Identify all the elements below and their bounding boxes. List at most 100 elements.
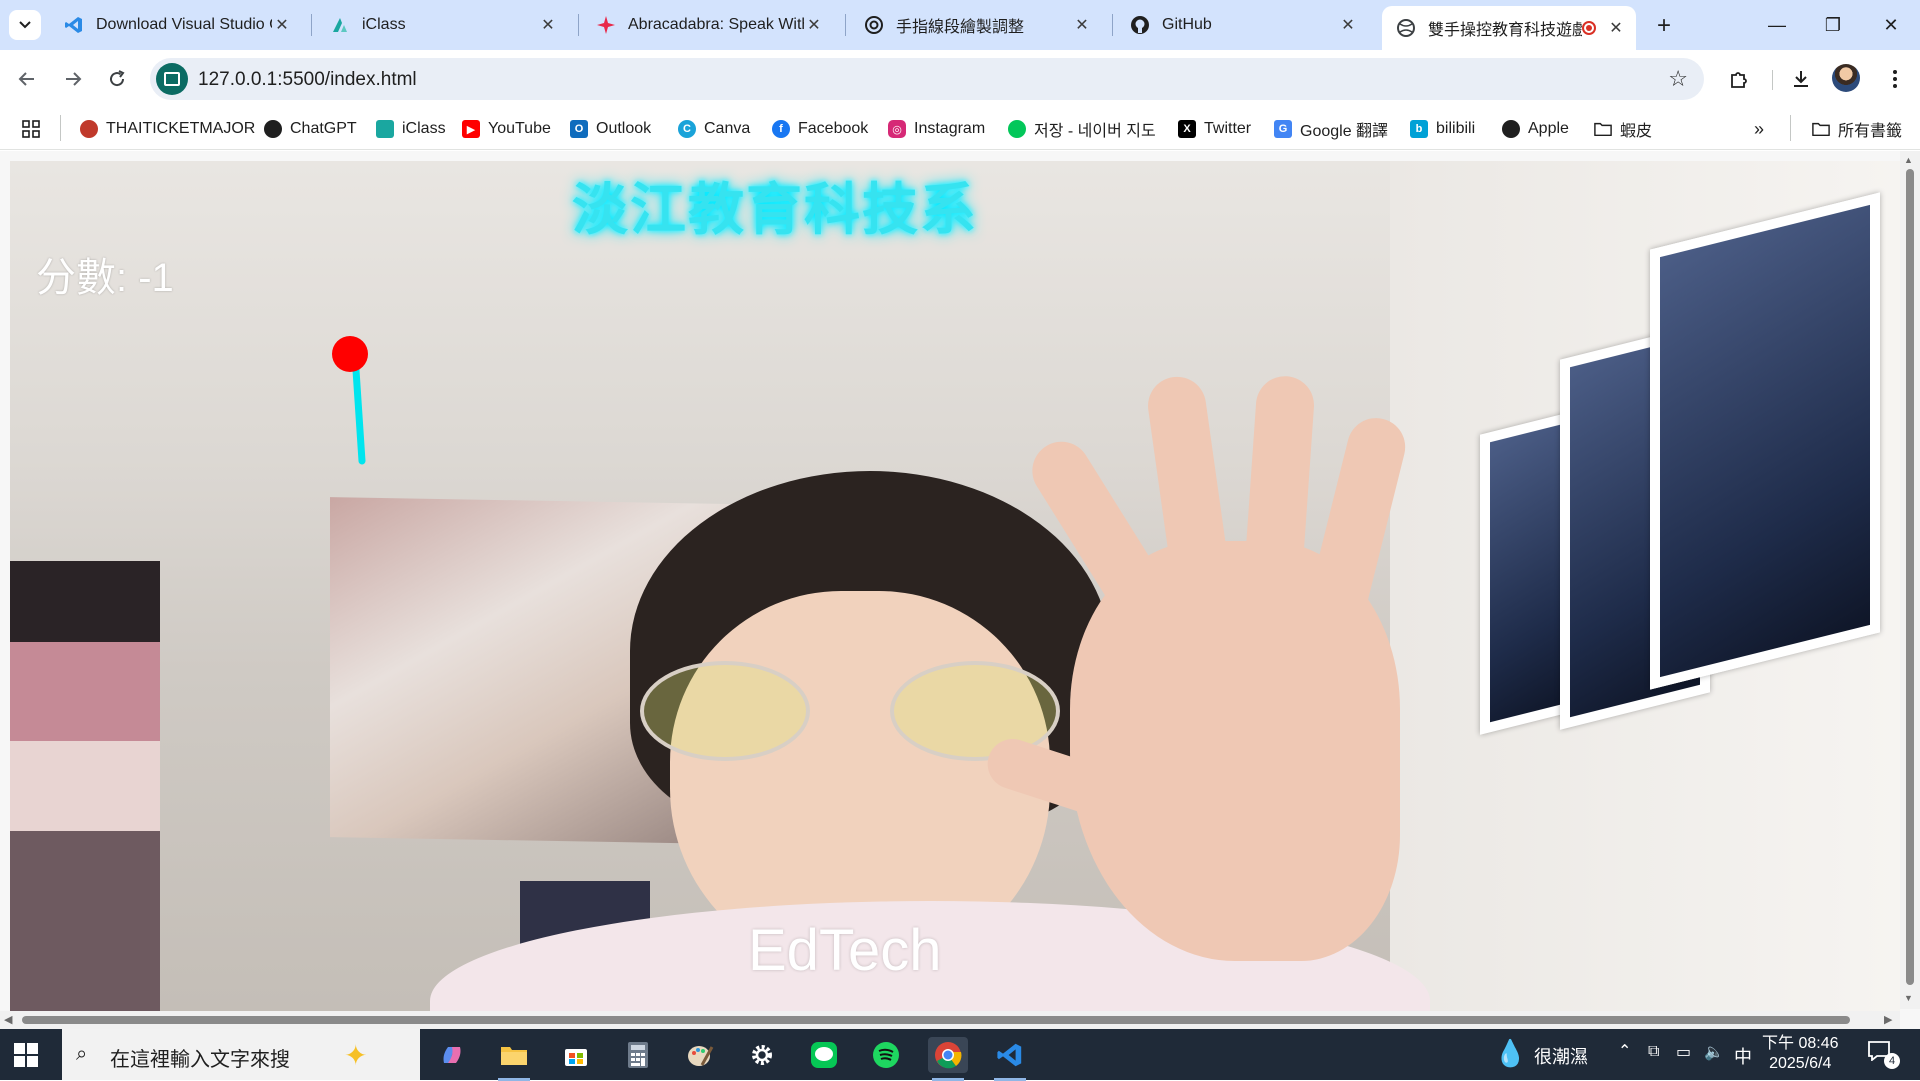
naver-map-icon bbox=[1008, 120, 1026, 138]
thaiticket-icon bbox=[80, 120, 98, 138]
bookmark-bilibili[interactable]: b bilibili bbox=[1410, 118, 1475, 140]
bookmark-label: iClass bbox=[402, 120, 446, 137]
bookmark-star-icon[interactable]: ☆ bbox=[1668, 66, 1688, 92]
bookmark-youtube[interactable]: ▶ YouTube bbox=[462, 118, 551, 140]
bookmark-label: Apple bbox=[1528, 120, 1569, 137]
notification-center-icon[interactable]: 4 bbox=[1868, 1041, 1900, 1069]
scroll-up-icon[interactable]: ▲ bbox=[1904, 155, 1913, 165]
bookmark-facebook[interactable]: f Facebook bbox=[772, 118, 868, 140]
bookmark-instagram[interactable]: ◎ Instagram bbox=[888, 118, 985, 140]
canva-icon: C bbox=[678, 120, 696, 138]
address-bar[interactable]: 127.0.0.1:5500/index.html ☆ bbox=[150, 58, 1704, 100]
scroll-down-icon[interactable]: ▼ bbox=[1904, 993, 1913, 1003]
bookmark-label: 蝦皮 bbox=[1620, 123, 1653, 140]
tab-vscode[interactable]: Download Visual Studio C ✕ bbox=[50, 6, 302, 44]
battery-icon[interactable]: ▭ bbox=[1676, 1042, 1691, 1062]
spotify-icon[interactable] bbox=[866, 1037, 906, 1073]
bookmark-label: THAITICKETMAJOR bbox=[106, 120, 256, 137]
tab-iclass[interactable]: iClass ✕ bbox=[316, 6, 568, 44]
bookmark-canva[interactable]: C Canva bbox=[678, 118, 750, 140]
weather-status[interactable]: 很潮濕 bbox=[1534, 1043, 1588, 1069]
clock-date: 2025/6/4 bbox=[1769, 1055, 1832, 1072]
reload-button[interactable] bbox=[102, 64, 132, 94]
download-icon bbox=[1794, 71, 1808, 87]
bookmark-chatgpt[interactable]: ChatGPT bbox=[264, 118, 357, 140]
restore-button[interactable]: ❐ bbox=[1818, 10, 1848, 40]
forward-button[interactable] bbox=[58, 64, 88, 94]
bookmark-iclass[interactable]: iClass bbox=[376, 118, 446, 140]
scroll-thumb[interactable] bbox=[22, 1016, 1850, 1024]
x-icon: X bbox=[1178, 120, 1196, 138]
bookmark-thaiticketmajor[interactable]: THAITICKETMAJOR bbox=[80, 118, 255, 140]
tab-divider bbox=[311, 14, 312, 36]
meet-now-icon[interactable]: ⧉ bbox=[1648, 1043, 1659, 1061]
tab-abracadabra[interactable]: Abracadabra: Speak With ✕ bbox=[582, 6, 834, 44]
scroll-left-icon[interactable]: ◀ bbox=[4, 1013, 12, 1026]
windows-taskbar: ⌕ 在這裡輸入文字來搜 ✦ 💧 很潮濕 ⌃ ⧉ ▭ 🔈 中 下午 08:46 2… bbox=[0, 1029, 1920, 1081]
youtube-icon: ▶ bbox=[462, 120, 480, 138]
microsoft-store-icon[interactable] bbox=[556, 1037, 596, 1073]
apps-button[interactable] bbox=[22, 118, 40, 140]
close-icon[interactable]: ✕ bbox=[804, 15, 824, 35]
copilot-icon[interactable] bbox=[432, 1037, 472, 1073]
paint-icon[interactable] bbox=[680, 1037, 720, 1073]
downloads-button[interactable] bbox=[1786, 64, 1816, 94]
menu-button[interactable] bbox=[1880, 64, 1910, 94]
tab-game-active[interactable]: 雙手操控教育科技遊戲 ✕ bbox=[1382, 6, 1636, 50]
profile-avatar[interactable] bbox=[1832, 64, 1860, 92]
close-icon[interactable]: ✕ bbox=[538, 15, 558, 35]
file-explorer-icon[interactable] bbox=[494, 1037, 534, 1081]
calculator-icon[interactable] bbox=[618, 1037, 658, 1073]
settings-gear-icon[interactable] bbox=[742, 1037, 782, 1073]
camera-access-icon[interactable] bbox=[156, 63, 188, 95]
ime-indicator[interactable]: 中 bbox=[1734, 1043, 1752, 1069]
chevron-up-icon[interactable]: ⌃ bbox=[1618, 1041, 1631, 1061]
close-icon[interactable]: ✕ bbox=[1072, 15, 1092, 35]
new-tab-button[interactable]: + bbox=[1650, 12, 1678, 40]
vscode-icon[interactable] bbox=[990, 1037, 1030, 1081]
game-overlay[interactable] bbox=[10, 161, 1900, 1011]
tab-strip: Download Visual Studio C ✕ iClass ✕ Abra… bbox=[0, 0, 1920, 50]
vertical-scrollbar[interactable]: ▲ ▼ bbox=[1900, 151, 1920, 1009]
more-bookmarks-button[interactable]: » bbox=[1754, 118, 1764, 140]
extensions-button[interactable] bbox=[1724, 64, 1754, 94]
horizontal-scrollbar[interactable]: ◀ ▶ bbox=[0, 1011, 1900, 1029]
scroll-thumb[interactable] bbox=[1906, 169, 1914, 985]
recording-icon bbox=[1582, 21, 1596, 35]
tab-divider bbox=[578, 14, 579, 36]
pointer-dot bbox=[332, 336, 368, 372]
volume-icon[interactable]: 🔈 bbox=[1704, 1042, 1724, 1062]
minimize-button[interactable]: — bbox=[1762, 10, 1792, 40]
bookmarks-divider bbox=[1790, 115, 1791, 141]
chevron-down-icon bbox=[19, 21, 31, 29]
close-icon[interactable]: ✕ bbox=[1338, 15, 1358, 35]
tab-finger-lines[interactable]: 手指線段繪製調整 ✕ bbox=[850, 6, 1102, 44]
tab-divider bbox=[845, 14, 846, 36]
all-bookmarks-folder[interactable]: 所有書籤 bbox=[1812, 118, 1902, 140]
close-icon[interactable]: ✕ bbox=[272, 15, 292, 35]
chrome-icon[interactable] bbox=[928, 1037, 968, 1081]
bookmark-label: Instagram bbox=[914, 120, 986, 137]
bookmark-outlook[interactable]: O Outlook bbox=[570, 118, 651, 140]
back-button[interactable] bbox=[12, 64, 42, 94]
arrow-left-icon bbox=[18, 72, 34, 86]
tab-search-button[interactable] bbox=[9, 10, 41, 40]
close-window-button[interactable]: ✕ bbox=[1876, 10, 1906, 40]
taskbar-search[interactable]: ⌕ 在這裡輸入文字來搜 ✦ bbox=[62, 1029, 420, 1080]
folder-icon bbox=[1594, 122, 1612, 137]
search-placeholder: 在這裡輸入文字來搜 bbox=[110, 1049, 290, 1071]
scroll-right-icon[interactable]: ▶ bbox=[1884, 1013, 1892, 1026]
bookmark-naver-map[interactable]: 저장 - 네이버 지도 bbox=[1008, 118, 1156, 140]
bookmark-google-translate[interactable]: G Google 翻譯 bbox=[1274, 118, 1388, 140]
url-text[interactable]: 127.0.0.1:5500/index.html bbox=[198, 69, 417, 91]
bookmark-twitter[interactable]: X Twitter bbox=[1178, 118, 1251, 140]
bookmark-apple[interactable]: Apple bbox=[1502, 118, 1569, 140]
windows-start-icon[interactable] bbox=[14, 1043, 38, 1067]
bookmark-folder-shopee[interactable]: 蝦皮 bbox=[1594, 118, 1652, 140]
close-icon[interactable]: ✕ bbox=[1606, 18, 1626, 38]
tab-github[interactable]: GitHub ✕ bbox=[1116, 6, 1368, 44]
line-app-icon[interactable] bbox=[804, 1037, 844, 1073]
bookmark-label: Facebook bbox=[798, 120, 869, 137]
weather-droplet-icon[interactable]: 💧 bbox=[1494, 1038, 1526, 1069]
system-clock[interactable]: 下午 08:46 2025/6/4 bbox=[1762, 1034, 1839, 1074]
